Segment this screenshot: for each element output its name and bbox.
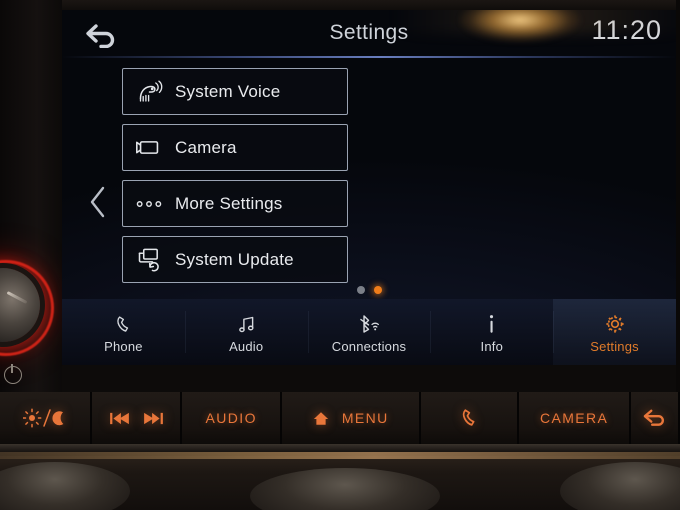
tab-settings[interactable]: Settings: [553, 299, 676, 365]
hardware-button-audio[interactable]: AUDIO: [182, 392, 283, 444]
back-arrow-icon: [642, 408, 666, 428]
hardware-button-back[interactable]: [630, 392, 680, 444]
screen-bezel-right: [676, 0, 680, 392]
hardware-button-camera[interactable]: CAMERA: [519, 392, 631, 444]
hardware-button-track-skip[interactable]: [92, 392, 183, 444]
page-dot-2-active[interactable]: [373, 286, 382, 294]
prev-track-icon: [109, 411, 130, 426]
settings-menu-list: System Voice Camera More Settings System…: [122, 68, 348, 292]
video-camera-icon: [123, 125, 175, 170]
three-dots-icon: [123, 181, 175, 226]
page-indicator: [62, 286, 676, 294]
menu-item-label: Camera: [175, 137, 237, 157]
day-night-brightness-icon: [23, 408, 67, 428]
tab-phone[interactable]: Phone: [62, 299, 185, 365]
menu-item-camera[interactable]: Camera: [122, 124, 348, 171]
page-dot-1[interactable]: [356, 286, 365, 294]
menu-item-system-update[interactable]: System Update: [122, 236, 348, 283]
menu-item-more-settings[interactable]: More Settings: [122, 180, 348, 227]
music-note-icon: [236, 311, 257, 335]
hardware-button-label: AUDIO: [205, 410, 257, 426]
menu-item-label: System Voice: [175, 81, 281, 101]
phone-handset-icon: [113, 311, 134, 335]
menu-item-label: More Settings: [175, 193, 283, 213]
hardware-button-brightness[interactable]: [0, 392, 93, 444]
bottom-tab-bar: Phone Audio Connections Info Settings: [62, 299, 676, 365]
hardware-button-label: CAMERA: [539, 410, 609, 426]
menu-item-label: System Update: [175, 249, 294, 269]
voice-head-icon: [123, 69, 175, 114]
power-icon: [4, 364, 22, 384]
bluetooth-wifi-icon: [356, 311, 381, 335]
tab-connections[interactable]: Connections: [307, 299, 431, 365]
tab-info[interactable]: Info: [430, 299, 553, 365]
page-prev-chevron[interactable]: [88, 185, 108, 219]
gear-icon: [604, 311, 626, 335]
menu-item-system-voice[interactable]: System Voice: [122, 68, 348, 115]
clock: 11:20: [591, 15, 662, 45]
tab-label: Phone: [104, 338, 143, 354]
tab-label: Audio: [229, 338, 264, 354]
infotainment-screenshot: Settings 11:20 System Voice Camera More …: [0, 0, 680, 510]
screen-header: Settings 11:20: [62, 10, 676, 56]
infotainment-display: Settings 11:20 System Voice Camera More …: [62, 10, 676, 365]
tab-label: Connections: [331, 338, 407, 354]
hardware-button-bar: AUDIO MENU CAMERA: [0, 392, 680, 456]
hardware-button-menu[interactable]: MENU: [282, 392, 422, 444]
hardware-button-phone[interactable]: [421, 392, 520, 444]
info-i-icon: [485, 311, 498, 335]
tab-label: Info: [480, 338, 504, 354]
phone-handset-icon: [458, 407, 480, 429]
dashboard-trim-strip: [0, 452, 680, 459]
home-icon: [313, 411, 329, 426]
system-update-icon: [123, 237, 175, 282]
hardware-button-label: MENU: [341, 410, 389, 426]
page-title: Settings: [329, 21, 409, 44]
tab-audio[interactable]: Audio: [184, 299, 308, 365]
next-track-icon: [143, 411, 164, 426]
header-divider: [62, 56, 676, 58]
tab-label: Settings: [590, 338, 639, 354]
